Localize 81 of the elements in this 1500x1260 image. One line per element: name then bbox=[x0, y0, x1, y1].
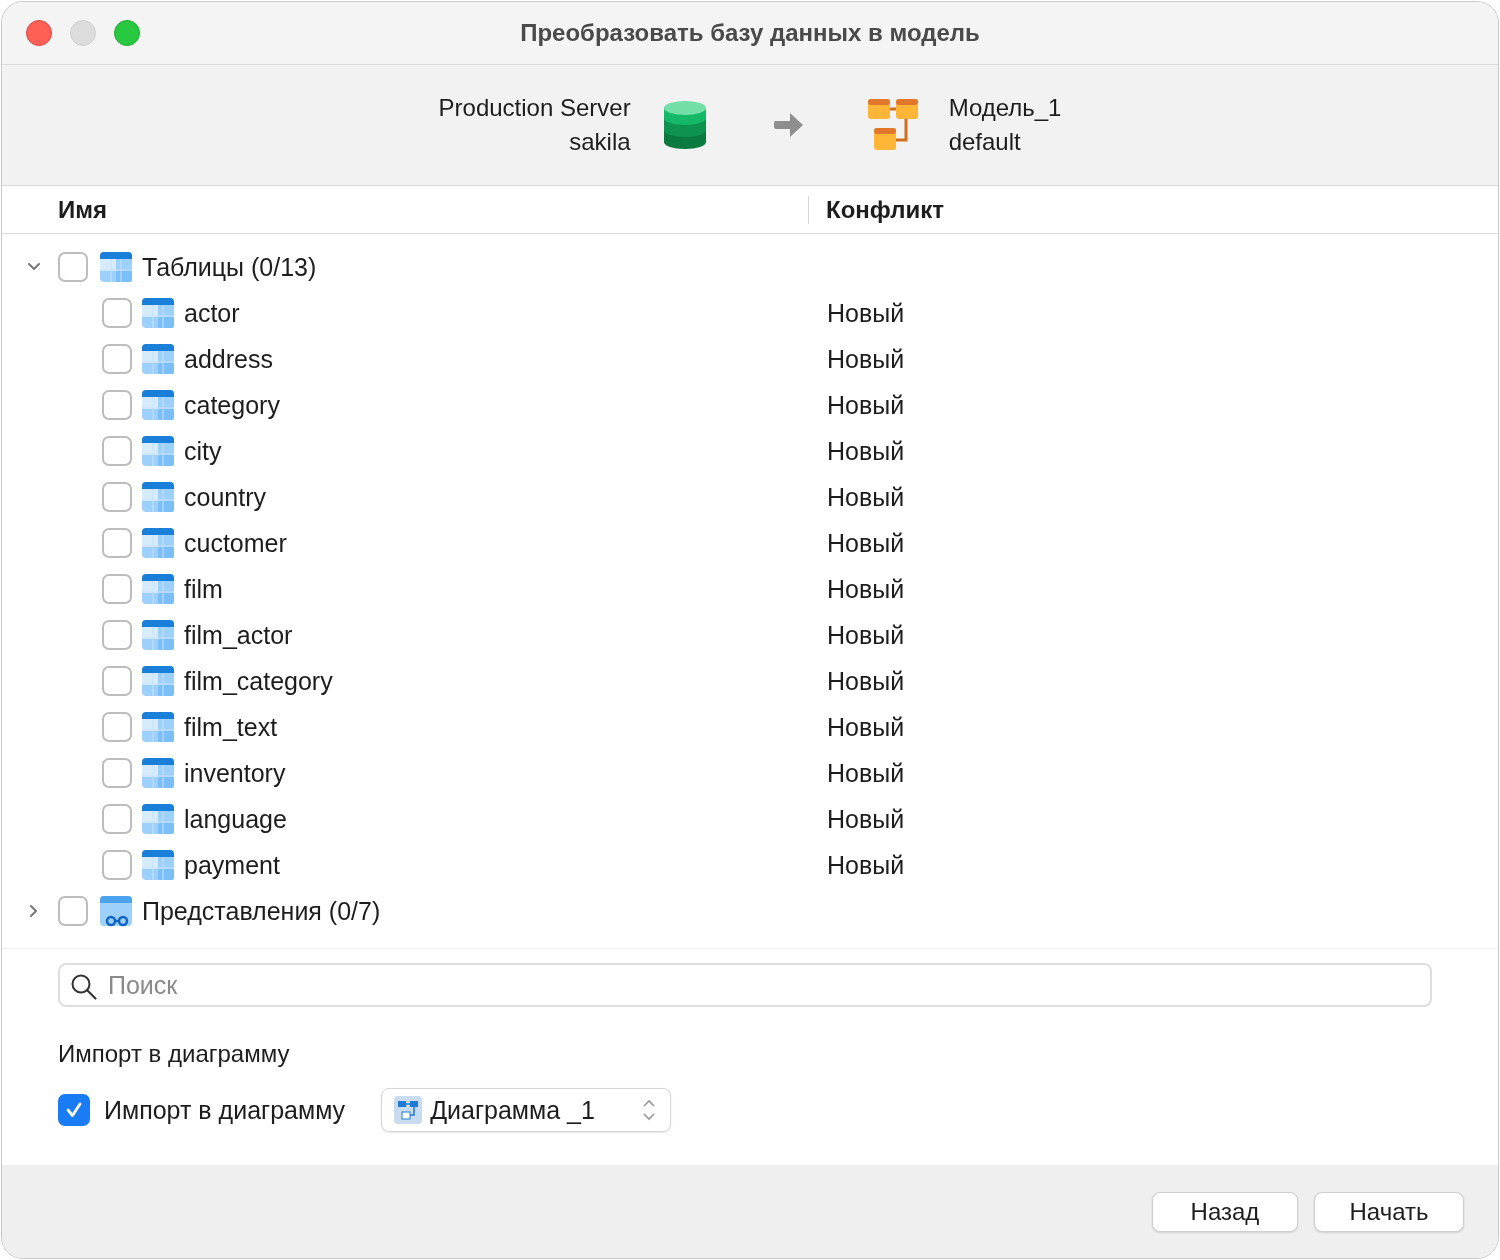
checkbox[interactable] bbox=[58, 896, 88, 926]
close-button[interactable] bbox=[26, 20, 52, 46]
checkbox[interactable] bbox=[102, 436, 132, 466]
dialog-button[interactable]: Назад bbox=[1152, 1191, 1298, 1232]
checkbox[interactable] bbox=[58, 252, 88, 282]
schema-name: default bbox=[948, 127, 1022, 157]
group-label[interactable]: Представления (0/7) bbox=[142, 896, 381, 926]
table-icon bbox=[142, 619, 174, 651]
conflict-status: Новый bbox=[827, 850, 905, 880]
conflict-status: Новый bbox=[827, 390, 905, 420]
view-icon bbox=[100, 895, 132, 927]
table-name[interactable]: city bbox=[184, 436, 222, 466]
column-header[interactable]: Конфликт bbox=[809, 195, 944, 224]
table-name[interactable]: address bbox=[184, 344, 273, 374]
table-icon bbox=[142, 757, 174, 789]
conflict-status: Новый bbox=[827, 712, 905, 742]
checkbox[interactable] bbox=[102, 850, 132, 880]
table-name[interactable]: film_text bbox=[184, 712, 278, 742]
table-name[interactable]: category bbox=[184, 390, 280, 420]
table-icon bbox=[100, 251, 132, 283]
checkbox[interactable] bbox=[102, 528, 132, 558]
group-label[interactable]: Таблицы (0/13) bbox=[142, 252, 317, 282]
stepper-icon bbox=[642, 1098, 657, 1122]
minimize-button[interactable] bbox=[70, 20, 96, 46]
conflict-status: Новый bbox=[827, 666, 905, 696]
table-icon bbox=[142, 803, 174, 835]
column-header[interactable]: Имя bbox=[2, 195, 809, 224]
section-heading: Импорт в диаграмму bbox=[58, 1040, 291, 1068]
table-name[interactable]: country bbox=[184, 482, 266, 512]
checkbox[interactable] bbox=[102, 390, 132, 420]
model-name: Модель_1 bbox=[948, 93, 1062, 123]
search-icon bbox=[70, 973, 98, 1001]
checkbox[interactable] bbox=[102, 758, 132, 788]
diagram-icon bbox=[394, 1096, 423, 1124]
diagram-select[interactable]: Диаграмма _1 bbox=[381, 1088, 672, 1132]
checkbox[interactable] bbox=[102, 620, 132, 650]
checkbox[interactable] bbox=[102, 712, 132, 742]
checkbox-label[interactable]: Импорт в диаграмму bbox=[104, 1095, 346, 1125]
table-icon bbox=[142, 435, 174, 467]
table-name[interactable]: inventory bbox=[184, 758, 286, 788]
window-title: Преобразовать базу данных в модель bbox=[519, 19, 981, 47]
table-icon bbox=[142, 849, 174, 881]
table-name[interactable]: film_category bbox=[184, 666, 333, 696]
table-name[interactable]: cuctomer bbox=[184, 528, 287, 558]
checkbox[interactable] bbox=[102, 344, 132, 374]
table-icon bbox=[142, 297, 174, 329]
table-icon bbox=[142, 573, 174, 605]
conflict-status: Новый bbox=[827, 620, 905, 650]
table-icon bbox=[142, 481, 174, 513]
conflict-status: Новый bbox=[827, 758, 905, 788]
conflict-status: Новый bbox=[827, 436, 905, 466]
checkbox[interactable] bbox=[58, 1094, 90, 1126]
database-name: sakila bbox=[569, 127, 631, 157]
checkbox[interactable] bbox=[102, 482, 132, 512]
arrow-icon bbox=[772, 111, 805, 139]
server-name: Production Server bbox=[438, 93, 631, 123]
search-field[interactable]: Поиск bbox=[58, 963, 1432, 1007]
conflict-status: Новый bbox=[827, 574, 905, 604]
table-name[interactable]: film_actor bbox=[184, 620, 293, 650]
conflict-status: Новый bbox=[827, 528, 905, 558]
checkbox[interactable] bbox=[102, 666, 132, 696]
table-icon bbox=[142, 389, 174, 421]
dialog-button[interactable]: Начать bbox=[1314, 1191, 1464, 1232]
table-name[interactable]: language bbox=[184, 804, 287, 834]
table-name[interactable]: payment bbox=[184, 850, 280, 880]
table-name[interactable]: actor bbox=[184, 298, 240, 328]
table-icon bbox=[142, 343, 174, 375]
table-name[interactable]: film bbox=[184, 574, 223, 604]
conflict-status: Новый bbox=[827, 482, 905, 512]
checkbox[interactable] bbox=[102, 298, 132, 328]
database-icon bbox=[662, 100, 707, 150]
table-icon bbox=[142, 711, 174, 743]
table-icon bbox=[142, 665, 174, 697]
checkbox[interactable] bbox=[102, 574, 132, 604]
zoom-button[interactable] bbox=[114, 20, 140, 46]
conflict-status: Новый bbox=[827, 298, 905, 328]
conflict-status: Новый bbox=[827, 344, 905, 374]
model-icon bbox=[866, 98, 919, 152]
table-icon bbox=[142, 527, 174, 559]
conflict-status: Новый bbox=[827, 804, 905, 834]
checkbox[interactable] bbox=[102, 804, 132, 834]
